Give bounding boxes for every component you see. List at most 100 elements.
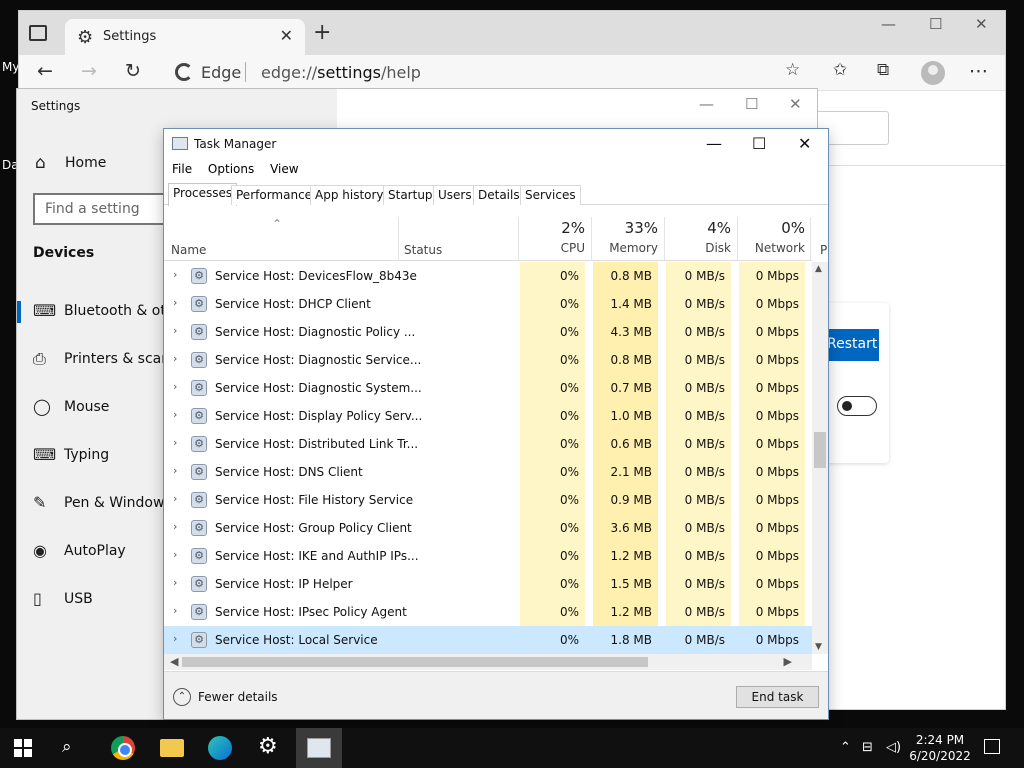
column-divider[interactable] [737,217,738,261]
fewer-details-link[interactable]: Fewer details [198,690,278,704]
menu-file[interactable]: File [172,162,192,176]
tab-details[interactable]: Details [473,185,525,205]
chevron-right-icon[interactable]: › [173,352,177,365]
table-row[interactable]: › ⚙ Service Host: IPsec Policy Agent 0% 1.2 … [164,598,812,626]
table-row[interactable]: › ⚙ Service Host: DNS Client 0% 2.1 MB 0 MB/s… [164,458,812,486]
tab-processes[interactable]: Processes [168,183,238,206]
column-disk[interactable]: 4% Disk [666,219,731,255]
chevron-right-icon[interactable]: › [173,296,177,309]
chevron-right-icon[interactable]: › [173,380,177,393]
maximize-icon[interactable]: ☐ [745,95,758,113]
maximize-icon[interactable]: ☐ [752,134,766,153]
table-row[interactable]: › ⚙ Service Host: DHCP Client 0% 1.4 MB 0 MB/… [164,290,812,318]
menu-options[interactable]: Options [208,162,254,176]
column-memory[interactable]: 33% Memory [593,219,658,255]
close-icon[interactable]: ✕ [280,26,293,45]
chevron-right-icon[interactable]: › [173,492,177,505]
edge-icon[interactable] [208,736,232,760]
chevron-right-icon[interactable]: › [173,576,177,589]
chevron-right-icon[interactable]: › [173,268,177,281]
end-task-button[interactable]: End task [736,686,819,708]
scroll-thumb[interactable] [814,432,826,468]
scroll-left-icon[interactable]: ◀ [170,655,178,668]
file-explorer-icon[interactable] [160,739,184,757]
back-icon[interactable]: ← [37,60,53,82]
minimize-icon[interactable]: — [699,95,714,113]
chevron-right-icon[interactable]: › [173,324,177,337]
table-row[interactable]: › ⚙ Service Host: Diagnostic Policy ... 0% 4… [164,318,812,346]
close-window-icon[interactable]: ✕ [975,15,988,33]
tab-startup[interactable]: Startup [383,185,438,205]
sidebar-item[interactable]: ⌨ Typing [33,445,183,469]
column-network[interactable]: 0% Network [739,219,805,255]
task-manager-taskbar-icon[interactable] [307,738,331,758]
tab-performance[interactable]: Performance [231,185,318,205]
network-icon[interactable]: ⊟ [862,740,873,755]
more-icon[interactable]: ⋯ [969,60,988,82]
tab-users[interactable]: Users [433,185,477,205]
table-row[interactable]: › ⚙ Service Host: Diagnostic System... 0% 0.… [164,374,812,402]
column-name[interactable]: Name [171,243,206,257]
collections-icon[interactable]: ⧉ [877,60,889,80]
address-bar[interactable]: edge://settings/help [261,63,421,82]
tab-settings[interactable]: ⚙ Settings ✕ [65,19,305,55]
clock[interactable]: 2:24 PM 6/20/2022 [908,732,972,764]
toggle-switch[interactable] [837,396,877,416]
column-divider[interactable] [810,217,811,261]
column-divider[interactable] [591,217,592,261]
tab-services[interactable]: Services [520,185,581,205]
chevron-right-icon[interactable]: › [173,548,177,561]
chevron-right-icon[interactable]: › [173,408,177,421]
sidebar-item[interactable]: ◉ AutoPlay [33,541,183,565]
table-row[interactable]: › ⚙ Service Host: DevicesFlow_8b43e 0% 0.8 M… [164,262,812,290]
sidebar-item[interactable]: ⌨Bluetooth & other devices [33,301,183,325]
sidebar-item[interactable]: ✎Pen & Windows Ink [33,493,183,517]
chevron-right-icon[interactable]: › [173,436,177,449]
close-window-icon[interactable]: ✕ [798,134,811,153]
close-window-icon[interactable]: ✕ [789,95,802,113]
sidebar-item[interactable]: ⎙Printers & scanners [33,349,183,373]
tab-app-history[interactable]: App history [310,185,389,205]
sidebar-item[interactable]: ▯ USB [33,589,183,613]
scroll-down-icon[interactable]: ▼ [815,642,822,652]
chevron-right-icon[interactable]: › [173,464,177,477]
column-divider[interactable] [518,217,519,261]
table-row[interactable]: › ⚙ Service Host: File History Service 0% 0.… [164,486,812,514]
column-divider[interactable] [664,217,665,261]
scroll-right-icon[interactable]: ▶ [784,655,792,668]
refresh-icon[interactable]: ↻ [125,60,141,82]
horizontal-scrollbar[interactable]: ◀ ▶ [164,654,812,670]
notification-icon[interactable] [984,739,1000,754]
table-row[interactable]: › ⚙ Service Host: Group Policy Client 0% 3.6… [164,514,812,542]
table-row[interactable]: › ⚙ Service Host: Distributed Link Tr... 0%… [164,430,812,458]
chevron-right-icon[interactable]: › [173,604,177,617]
table-row[interactable]: › ⚙ Service Host: IKE and AuthIP IPs... 0% 1… [164,542,812,570]
column-cpu[interactable]: 2% CPU [520,219,585,255]
minimize-icon[interactable]: — [706,134,722,153]
column-divider[interactable] [398,217,399,261]
settings-gear-icon[interactable]: ⚙ [258,734,282,759]
chevron-up-icon[interactable]: ⌃ [840,740,851,755]
chevron-right-icon[interactable]: › [173,632,177,645]
column-status[interactable]: Status [404,243,442,257]
sidebar-item[interactable]: ◯ Mouse [33,397,183,421]
add-favorite-icon[interactable]: ☆ [785,60,800,80]
chrome-icon[interactable] [111,736,135,760]
volume-icon[interactable]: ◁) [886,740,901,755]
table-row[interactable]: › ⚙ Service Host: Local Service 0% 1.8 MB 0 M… [164,626,812,654]
column-extra[interactable]: P [820,243,827,257]
desktop-icon-label[interactable]: My [2,60,19,74]
scroll-thumb[interactable] [182,657,648,667]
windows-start-icon[interactable] [14,739,32,757]
avatar[interactable] [921,61,945,85]
tab-actions-icon[interactable] [29,25,47,41]
forward-icon[interactable]: → [81,60,97,82]
scroll-up-icon[interactable]: ▲ [815,264,822,274]
maximize-icon[interactable]: ☐ [929,15,942,33]
new-tab-icon[interactable]: + [313,20,331,45]
chevron-up-icon[interactable]: ⌃ [173,688,191,706]
search-icon[interactable]: ⌕ [62,737,86,761]
chevron-right-icon[interactable]: › [173,520,177,533]
table-row[interactable]: › ⚙ Service Host: Display Policy Serv... 0%… [164,402,812,430]
table-row[interactable]: › ⚙ Service Host: IP Helper 0% 1.5 MB 0 MB/s 0… [164,570,812,598]
